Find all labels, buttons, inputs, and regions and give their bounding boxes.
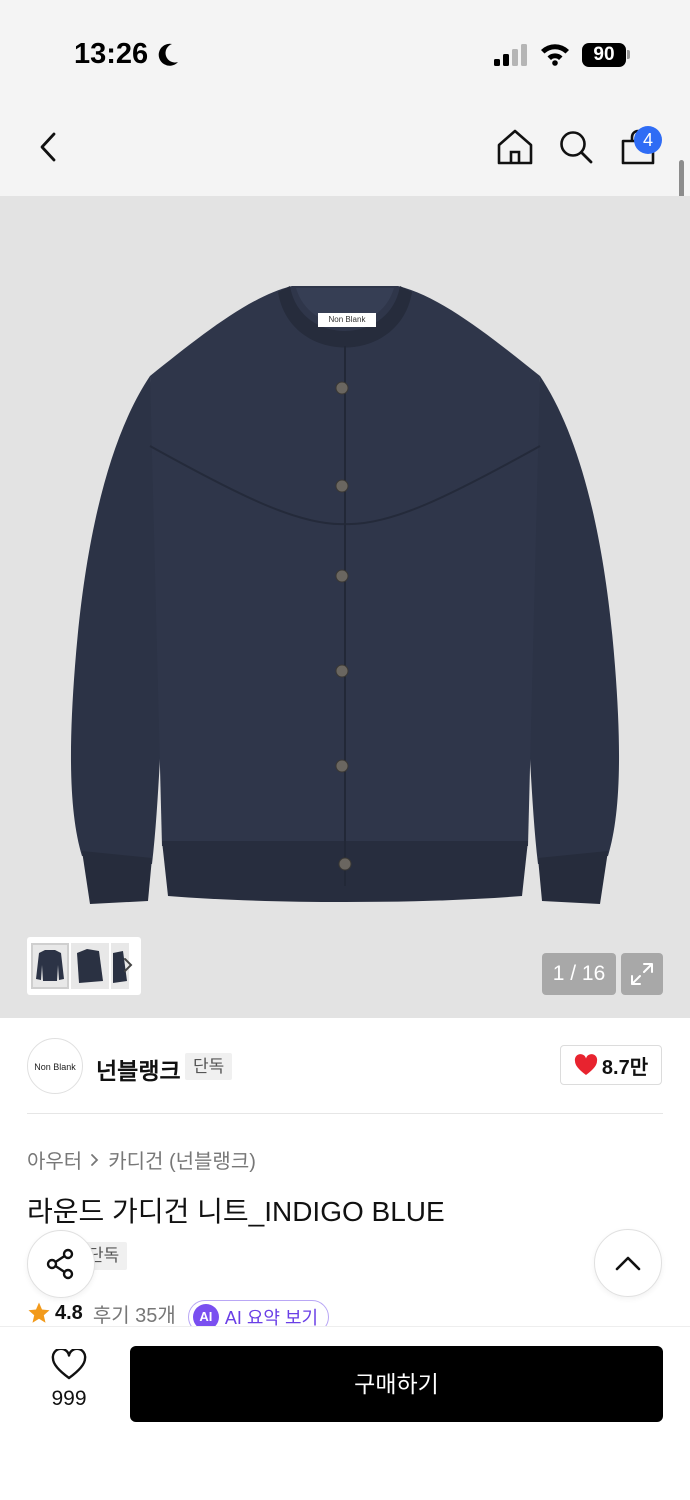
brand-like-button[interactable]: 8.7만 [560,1045,662,1085]
breadcrumb-subcategory[interactable]: 카디건 (넌블랭크) [108,1145,256,1174]
bottom-bar: 999 구매하기 [0,1326,690,1500]
back-arrow-icon [40,132,56,162]
ai-summary-button[interactable]: AI AI 요약 보기 [187,1300,330,1328]
divider [27,1113,663,1114]
home-icon [497,129,533,165]
search-icon [560,131,593,164]
wishlist-count: 999 [51,1387,87,1410]
brand-exclusive-tag: 단독 [185,1053,233,1080]
rating-value: 4.8 [55,1301,83,1324]
thumbnail-2[interactable] [71,943,109,989]
brand-like-count: 8.7만 [601,1056,649,1079]
breadcrumb: 아우터 카디건 (넌블랭크) [27,1145,256,1174]
thumbnail-1[interactable] [31,943,69,989]
chevron-right-icon[interactable] [123,957,133,973]
brand-row: Non Blank 넌블랭크 단독 8.7만 [0,1018,690,1114]
garment-label: Non Blank [328,315,366,324]
moon-icon [158,43,178,66]
rating-row: 4.8 후기 35개 AI AI 요약 보기 [27,1298,427,1328]
share-button[interactable] [27,1230,95,1298]
thumbnail-image [77,949,103,983]
battery-icon: 90 [582,43,626,67]
top-nav [0,100,690,196]
status-bar: 13:26 90 [0,0,690,100]
product-gallery[interactable]: Non Blank 1 / 16 [0,196,690,1018]
chevron-right-icon [91,1153,99,1166]
review-count[interactable]: 후기 35개 [93,1299,176,1328]
heart-outline-icon [51,1349,87,1380]
star-icon [28,1302,50,1323]
search-button[interactable] [549,120,603,174]
back-button[interactable] [21,120,75,174]
brand-name[interactable]: 넌블랭크 [96,1052,181,1086]
thumbnail-strip[interactable] [27,937,141,995]
ai-badge: AI [192,1304,219,1328]
clock: 13:26 [74,38,149,70]
chevron-up-icon [615,1256,641,1271]
battery-tip [627,50,630,59]
heart-filled-icon [574,1054,598,1075]
breadcrumb-category[interactable]: 아우터 [27,1145,82,1174]
expand-button[interactable] [621,953,663,995]
cart-badge: 4 [634,126,662,154]
wifi-icon [541,44,569,66]
ai-summary-label: AI 요약 보기 [224,1308,319,1328]
expand-icon [631,963,653,985]
brand-logo[interactable]: Non Blank [27,1038,83,1094]
product-title: 라운드 가디건 니트_INDIGO BLUE [27,1196,445,1227]
page-counter: 1 / 16 [542,953,616,995]
thumbnail-image [36,950,64,981]
buy-button[interactable]: 구매하기 [130,1346,663,1422]
home-button[interactable] [488,120,542,174]
wishlist-button[interactable]: 999 [34,1349,104,1419]
scroll-top-button[interactable] [594,1229,662,1297]
share-icon [46,1248,74,1280]
signal-icon [494,44,527,66]
